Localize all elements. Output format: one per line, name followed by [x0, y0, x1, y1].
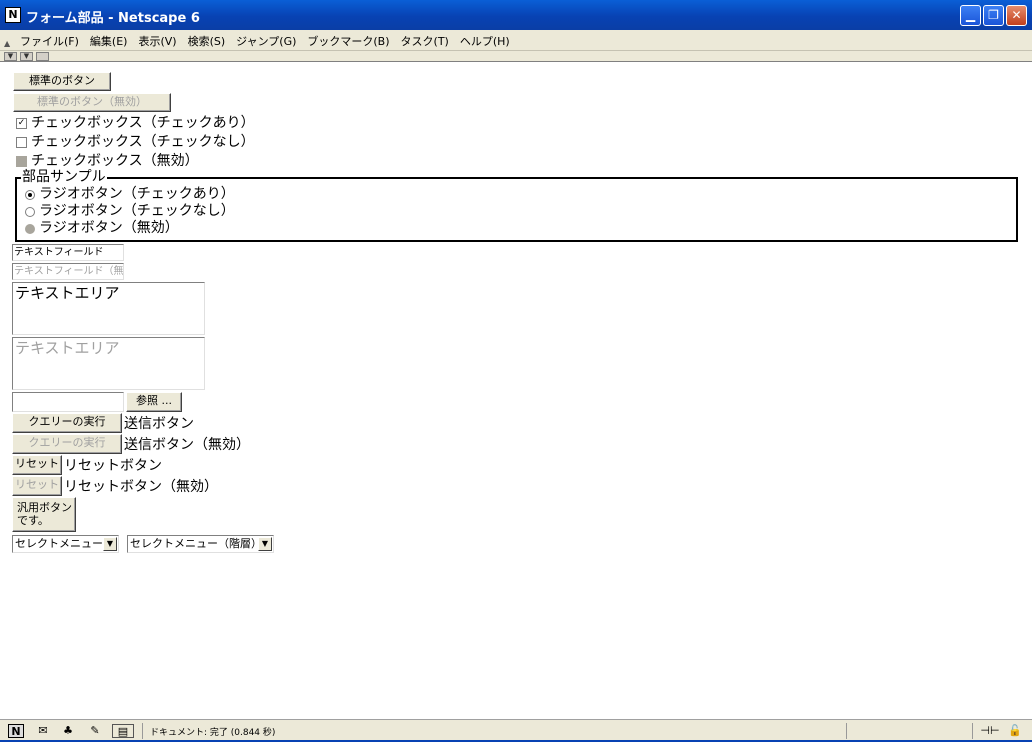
status-separator [846, 723, 847, 739]
radio-disabled [25, 224, 35, 234]
composer-icon[interactable]: ✎ [84, 724, 106, 738]
text-area-disabled: テキストエリア [12, 337, 205, 390]
radio-unchecked[interactable] [25, 207, 35, 217]
status-bar: N ✉ ♣ ✎ ▤ ドキュメント: 完了 (0.844 秒) ⊣⊢ 🔓 [0, 719, 1032, 742]
reset-button-disabled: リセット [12, 476, 62, 496]
generic-button[interactable]: 汎用ボタン です。 [12, 497, 76, 532]
menu-grip-icon[interactable]: ▲ [4, 39, 10, 48]
menu-edit[interactable]: 編集(E) [90, 33, 128, 49]
checkbox-unchecked[interactable] [16, 137, 27, 148]
reset-button[interactable]: リセット [12, 455, 62, 475]
radio-disabled-label: ラジオボタン（無効） [39, 220, 179, 236]
menu-search[interactable]: 検索(S) [188, 33, 226, 49]
collapsed-toolbars: ▼ ▼ [0, 50, 1032, 62]
select-menu-hierarchy[interactable]: セレクトメニュー（階層） ▼ [127, 535, 274, 553]
submit-button[interactable]: クエリーの実行 [12, 413, 122, 433]
toolbar-collapse-icon[interactable]: ▼ [4, 52, 17, 61]
toolbar-collapse-icon[interactable] [36, 52, 49, 61]
text-field-disabled: テキストフィールド（無効） [12, 263, 124, 280]
submit-button-label: 送信ボタン [124, 416, 194, 432]
status-separator [142, 723, 143, 739]
address-book-icon[interactable]: ▤ [112, 724, 134, 738]
reset-button-disabled-label: リセットボタン（無効） [64, 479, 218, 495]
menu-file[interactable]: ファイル(F) [20, 33, 79, 49]
text-field[interactable]: テキストフィールド [12, 244, 124, 261]
checkbox-unchecked-label: チェックボックス（チェックなし） [31, 134, 255, 150]
dropdown-arrow-icon[interactable]: ▼ [103, 537, 117, 551]
close-button[interactable]: ✕ [1006, 5, 1027, 26]
checkbox-checked[interactable]: ✓ [16, 118, 27, 129]
menu-tasks[interactable]: タスク(T) [401, 33, 449, 49]
generic-button-line2: です。 [17, 514, 49, 527]
menu-bookmarks[interactable]: ブックマーク(B) [307, 33, 389, 49]
submit-button-disabled: クエリーの実行 [12, 434, 122, 454]
minimize-button[interactable]: ▁ [960, 5, 981, 26]
page-content: 標準のボタン 標準のボタン（無効） ✓ チェックボックス（チェックあり） チェッ… [0, 63, 1032, 719]
menu-go[interactable]: ジャンプ(G) [236, 33, 296, 49]
radio-checked-label: ラジオボタン（チェックあり） [39, 186, 235, 202]
browse-button[interactable]: 参照 ... [126, 392, 182, 412]
netscape-icon: N [5, 7, 21, 23]
standard-button[interactable]: 標準のボタン [13, 72, 111, 91]
title-bar: N フォーム部品 - Netscape 6 ▁ ❐ ✕ [0, 0, 1032, 30]
toolbar-collapse-icon[interactable]: ▼ [20, 52, 33, 61]
mail-icon[interactable]: ✉ [34, 724, 52, 738]
online-status-icon[interactable]: ⊣⊢ [978, 724, 1002, 738]
file-path-input[interactable] [12, 392, 124, 412]
checkbox-disabled [16, 156, 27, 167]
select-menu-value: セレクトメニュー [15, 537, 103, 550]
fieldset-legend: 部品サンプル [21, 169, 107, 185]
radio-unchecked-label: ラジオボタン（チェックなし） [39, 203, 235, 219]
select-menu[interactable]: セレクトメニュー ▼ [12, 535, 119, 553]
standard-button-disabled: 標準のボタン（無効） [13, 93, 171, 112]
status-separator [972, 723, 973, 739]
select-menu-hierarchy-value: セレクトメニュー（階層） [130, 537, 262, 550]
status-text: ドキュメント: 完了 (0.844 秒) [150, 728, 276, 738]
menu-bar: ▲ ファイル(F) 編集(E) 表示(V) 検索(S) ジャンプ(G) ブックマ… [0, 30, 1032, 50]
netscape-navigator-icon[interactable]: N [8, 724, 24, 738]
text-area[interactable]: テキストエリア [12, 282, 205, 335]
security-lock-icon[interactable]: 🔓 [1006, 724, 1024, 738]
submit-button-disabled-label: 送信ボタン（無効） [124, 437, 250, 453]
instant-messenger-icon[interactable]: ♣ [60, 724, 76, 738]
maximize-button[interactable]: ❐ [983, 5, 1004, 26]
checkbox-disabled-label: チェックボックス（無効） [31, 153, 199, 169]
window-title: フォーム部品 - Netscape 6 [26, 11, 200, 26]
menu-help[interactable]: ヘルプ(H) [460, 33, 510, 49]
menu-view[interactable]: 表示(V) [138, 33, 176, 49]
radio-checked[interactable] [25, 190, 35, 200]
checkbox-checked-label: チェックボックス（チェックあり） [31, 115, 255, 131]
reset-button-label: リセットボタン [64, 458, 162, 474]
generic-button-line1: 汎用ボタン [17, 501, 72, 514]
dropdown-arrow-icon[interactable]: ▼ [258, 537, 272, 551]
